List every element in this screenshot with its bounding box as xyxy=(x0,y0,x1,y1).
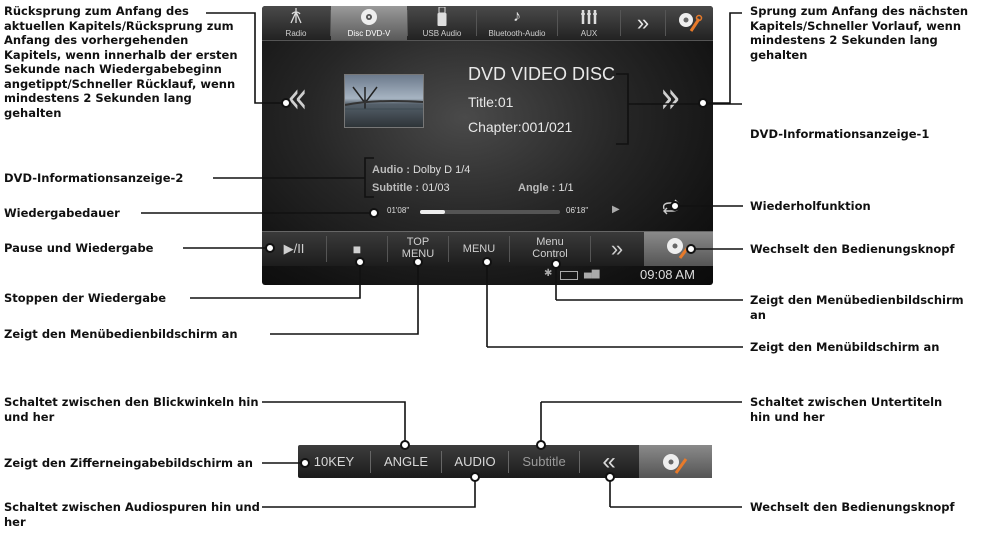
dvd-player-screen: Radio Disc DVD-V USB Audio ♪ Bluetooth-A… xyxy=(262,6,713,285)
callout-dot xyxy=(670,201,680,211)
chapter-number: Chapter:001/021 xyxy=(468,119,573,135)
callout-dot xyxy=(355,257,365,267)
total-time: 06'18" xyxy=(566,206,589,215)
disc-icon xyxy=(331,6,407,28)
title-number: Title:01 xyxy=(468,94,514,110)
angle-button[interactable]: ANGLE xyxy=(371,445,441,478)
annotation-menu-control: Zeigt den Menübedienbildschirm an xyxy=(750,293,964,322)
next-chapter-button[interactable]: » xyxy=(660,72,681,124)
disc-wrench-icon xyxy=(661,453,691,474)
annotation-previous-chapter: Rücksprung zum Anfang des aktuellen Kapi… xyxy=(4,4,238,120)
tab-setup[interactable] xyxy=(666,6,713,40)
callout-dot xyxy=(686,244,696,254)
play-state-icon: ▶ xyxy=(612,204,620,215)
signal-icon: ▄▆ xyxy=(584,268,600,279)
aux-jack-icon xyxy=(558,6,620,28)
tab-bluetooth-audio[interactable]: ♪ Bluetooth-Audio xyxy=(477,6,557,40)
menu-button[interactable]: MENU xyxy=(449,232,509,266)
annotation-playback-duration: Wiedergabedauer xyxy=(4,206,120,220)
elapsed-time: 01'08" xyxy=(387,206,410,215)
tab-aux[interactable]: AUX xyxy=(558,6,620,40)
disc-wrench-icon xyxy=(665,238,693,265)
callout-dot xyxy=(265,243,275,253)
callout-dot xyxy=(482,257,492,267)
angle-info: Angle : 1/1 xyxy=(518,182,574,194)
setup-shortcut-button[interactable] xyxy=(644,232,713,266)
annotation-info-display-2: DVD-Informationsanzeige-2 xyxy=(4,171,184,185)
usb-icon xyxy=(408,6,476,28)
callout-dot xyxy=(300,458,310,468)
callout-dot xyxy=(551,259,561,269)
annotation-menu: Zeigt den Menübildschirm an xyxy=(750,340,940,354)
audio-info: Audio : Dolby D 1/4 xyxy=(372,164,471,176)
subtitle-info: Subtitle : 01/03 xyxy=(372,182,450,194)
source-tab-bar: Radio Disc DVD-V USB Audio ♪ Bluetooth-A… xyxy=(262,6,713,41)
annotation-stop: Stoppen der Wiedergabe xyxy=(4,291,166,305)
tab-usb[interactable]: USB Audio xyxy=(408,6,476,40)
annotation-info-display-1: DVD-Informationsanzeige-1 xyxy=(750,127,930,141)
previous-chapter-button[interactable]: « xyxy=(287,72,308,124)
battery-icon xyxy=(560,271,578,280)
wrench-icon xyxy=(666,6,713,32)
status-bar: ✱ ▄▆ 09:08 AM xyxy=(262,265,713,285)
callout-dot xyxy=(605,472,615,482)
progress-fill xyxy=(420,210,446,214)
switch-bar-button[interactable]: » xyxy=(591,232,643,266)
callout-dot xyxy=(470,472,480,482)
video-thumbnail xyxy=(344,74,424,128)
antenna-icon xyxy=(262,6,330,28)
callout-dot xyxy=(281,98,291,108)
callout-dot xyxy=(536,440,546,450)
annotation-subtitle: Schaltet zwischen Untertiteln hin und he… xyxy=(750,395,943,424)
annotation-repeat: Wiederholfunktion xyxy=(750,199,871,213)
tab-more[interactable]: » xyxy=(621,6,665,40)
annotation-switch-bar: Wechselt den Bedienungsknopf xyxy=(750,242,955,256)
annotation-audio: Schaltet zwischen Audiospuren hin und he… xyxy=(4,500,260,529)
annotation-switch-bar-2: Wechselt den Bedienungsknopf xyxy=(750,500,955,514)
setup-shortcut-button-2[interactable] xyxy=(639,445,712,478)
annotation-tenkey: Zeigt den Zifferneingabebildschirm an xyxy=(4,456,253,470)
bluetooth-icon: ✱ xyxy=(544,268,553,279)
annotation-play-pause: Pause und Wiedergabe xyxy=(4,241,154,255)
annotation-top-menu: Zeigt den Menübedienbildschirm an xyxy=(4,327,238,341)
annotation-angle: Schaltet zwischen den Blickwinkeln hin u… xyxy=(4,395,259,424)
callout-dot xyxy=(400,440,410,450)
callout-dot xyxy=(369,208,379,218)
progress-bar[interactable] xyxy=(420,210,560,214)
double-chevron-right-icon: » xyxy=(636,10,650,35)
disc-type-label: DVD VIDEO DISC xyxy=(468,64,616,84)
bluetooth-music-icon: ♪ xyxy=(513,8,521,25)
tab-radio[interactable]: Radio xyxy=(262,6,330,40)
clock: 09:08 AM xyxy=(640,267,695,282)
subtitle-button[interactable]: Subtitle xyxy=(509,445,579,478)
tab-disc[interactable]: Disc DVD-V xyxy=(331,6,407,40)
annotation-next-chapter: Sprung zum Anfang des nächsten Kapitels/… xyxy=(750,4,969,62)
callout-dot xyxy=(698,98,708,108)
alternate-control-bar: 10KEY ANGLE AUDIO Subtitle « xyxy=(298,445,712,478)
callout-dot xyxy=(413,257,423,267)
